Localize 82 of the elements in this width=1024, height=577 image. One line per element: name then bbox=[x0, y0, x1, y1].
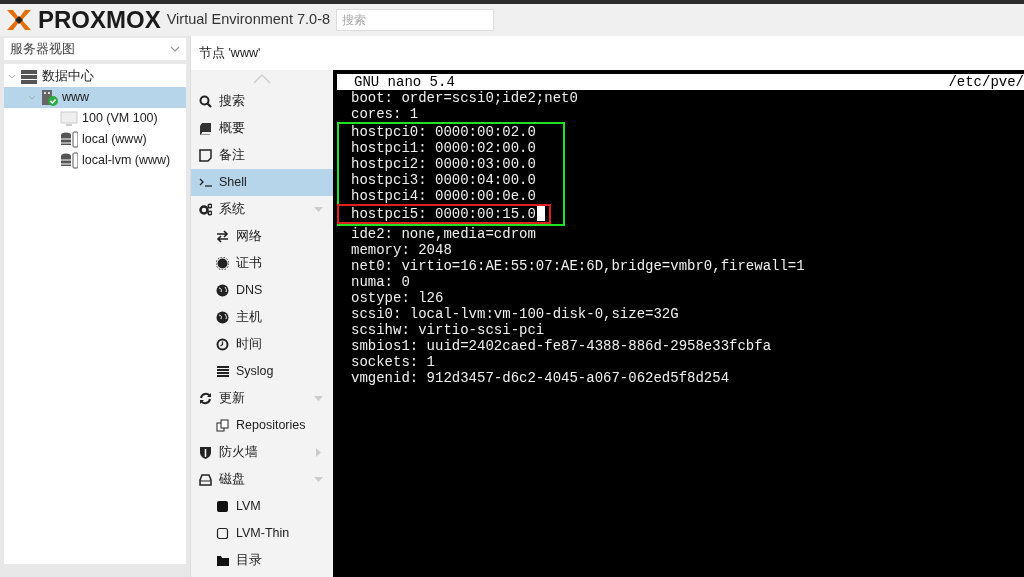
expanded-icon[interactable] bbox=[8, 73, 16, 80]
terminal-line: cores: 1 bbox=[351, 106, 419, 122]
nav-item[interactable]: 时间 bbox=[191, 331, 333, 358]
terminal-line: memory: 2048 bbox=[351, 242, 452, 258]
terminal-line: vmgenid: 912d3457-d6c2-4045-a067-062ed5f8d254 bbox=[351, 370, 730, 386]
terminal-line: hostpci3: 0000:04:00.0 bbox=[351, 172, 536, 188]
nav-item[interactable]: 磁盘 bbox=[191, 466, 333, 493]
shield-icon bbox=[199, 446, 212, 459]
nav-item[interactable]: 更新 bbox=[191, 385, 333, 412]
terminal-line: smbios1: uuid=2402caed-fe87-4388-886d-2958e33fcbfa bbox=[351, 338, 772, 354]
nav-item[interactable]: Shell bbox=[191, 169, 333, 196]
nav-item[interactable]: 搜索 bbox=[191, 88, 333, 115]
expand-caret-icon[interactable] bbox=[314, 448, 323, 457]
view-value: 服务器视图 bbox=[10, 40, 75, 58]
product-version: Virtual Environment 7.0-8 bbox=[166, 10, 331, 30]
nav-item[interactable]: LVM bbox=[191, 493, 333, 520]
editor-title: GNU nano 5.4 bbox=[354, 74, 455, 90]
terminal-line: scsi0: local-lvm:vm-100-disk-0,size=32G bbox=[351, 306, 679, 322]
logo-icon bbox=[6, 9, 32, 31]
terminal-line: boot: order=scsi0;ide2;net0 bbox=[351, 90, 578, 106]
refresh-icon bbox=[199, 392, 212, 405]
globe-icon bbox=[216, 284, 229, 297]
nav-item[interactable]: 网络 bbox=[191, 223, 333, 250]
terminal-line: numa: 0 bbox=[351, 274, 410, 290]
terminal-line: net0: virtio=16:AE:55:07:AE:6D,bridge=vmbr0,firewall=1 bbox=[351, 258, 805, 274]
nav-item[interactable]: 防火墙 bbox=[191, 439, 333, 466]
tree-item[interactable]: local (www) bbox=[4, 129, 186, 150]
terminal-line: hostpci4: 0000:00:0e.0 bbox=[351, 188, 536, 204]
nav-item[interactable]: Syslog bbox=[191, 358, 333, 385]
panel-title: 节点 'www' bbox=[199, 44, 261, 62]
terminal-line: sockets: 1 bbox=[351, 354, 435, 370]
chevron-icon bbox=[170, 45, 180, 53]
terminal-icon bbox=[199, 176, 212, 189]
monitor-icon bbox=[60, 110, 78, 127]
collapse-caret-icon[interactable] bbox=[314, 205, 323, 214]
search-icon bbox=[199, 95, 212, 108]
storage-icon bbox=[60, 131, 78, 148]
terminal-line: ostype: l26 bbox=[351, 290, 444, 306]
server-rack-icon bbox=[20, 68, 38, 85]
drive-icon bbox=[199, 473, 212, 486]
nav-item[interactable]: Repositories bbox=[191, 412, 333, 439]
nav-item[interactable]: 系统 bbox=[191, 196, 333, 223]
list-icon bbox=[216, 365, 229, 378]
book-icon bbox=[199, 122, 212, 135]
nav-item[interactable]: DNS bbox=[191, 277, 333, 304]
terminal-line: ide2: none,media=cdrom bbox=[351, 226, 536, 242]
tree-item[interactable]: 100 (VM 100) bbox=[4, 108, 186, 129]
nav-item[interactable]: 目录 bbox=[191, 547, 333, 574]
collapse-caret-icon[interactable] bbox=[314, 475, 323, 484]
view-dropdown[interactable]: 服务器视图 bbox=[4, 38, 186, 60]
collapse-caret-icon[interactable] bbox=[314, 394, 323, 403]
tree-item[interactable]: 数据中心 bbox=[4, 66, 186, 87]
terminal-line: scsihw: virtio-scsi-pci bbox=[351, 322, 545, 338]
terminal[interactable] bbox=[333, 70, 1024, 577]
exchange-icon bbox=[216, 230, 229, 243]
terminal-line: hostpci2: 0000:03:00.0 bbox=[351, 156, 536, 172]
terminal-line: hostpci5: 0000:00:15.0 bbox=[351, 206, 545, 222]
copy-icon bbox=[216, 419, 229, 432]
folder-icon bbox=[216, 554, 229, 567]
tree-item[interactable]: local-lvm (www) bbox=[4, 150, 186, 171]
logo-text: PROXMOX bbox=[38, 8, 161, 32]
scroll-up-icon[interactable] bbox=[253, 74, 271, 84]
nav-item[interactable]: 证书 bbox=[191, 250, 333, 277]
tree-item[interactable]: www bbox=[4, 87, 186, 108]
terminal-line: hostpci0: 0000:00:02.0 bbox=[351, 124, 536, 140]
nav-item[interactable]: 备注 bbox=[191, 142, 333, 169]
certificate-icon bbox=[216, 257, 229, 270]
note-icon bbox=[199, 149, 212, 162]
nav-item[interactable]: LVM-Thin bbox=[191, 520, 333, 547]
clock-icon bbox=[216, 338, 229, 351]
globe-icon bbox=[216, 311, 229, 324]
square-outline-icon bbox=[216, 527, 229, 540]
search-field[interactable]: 搜索 bbox=[336, 9, 495, 31]
server-online-icon bbox=[40, 89, 58, 106]
storage-icon bbox=[60, 152, 78, 169]
gears-icon bbox=[199, 203, 212, 216]
expanded-icon[interactable] bbox=[28, 94, 36, 101]
nav-item[interactable]: 主机 bbox=[191, 304, 333, 331]
terminal-line: hostpci1: 0000:02:00.0 bbox=[351, 140, 536, 156]
nav-item[interactable]: 概要 bbox=[191, 115, 333, 142]
file-path: /etc/pve/ bbox=[948, 74, 1024, 90]
square-icon bbox=[216, 500, 229, 513]
